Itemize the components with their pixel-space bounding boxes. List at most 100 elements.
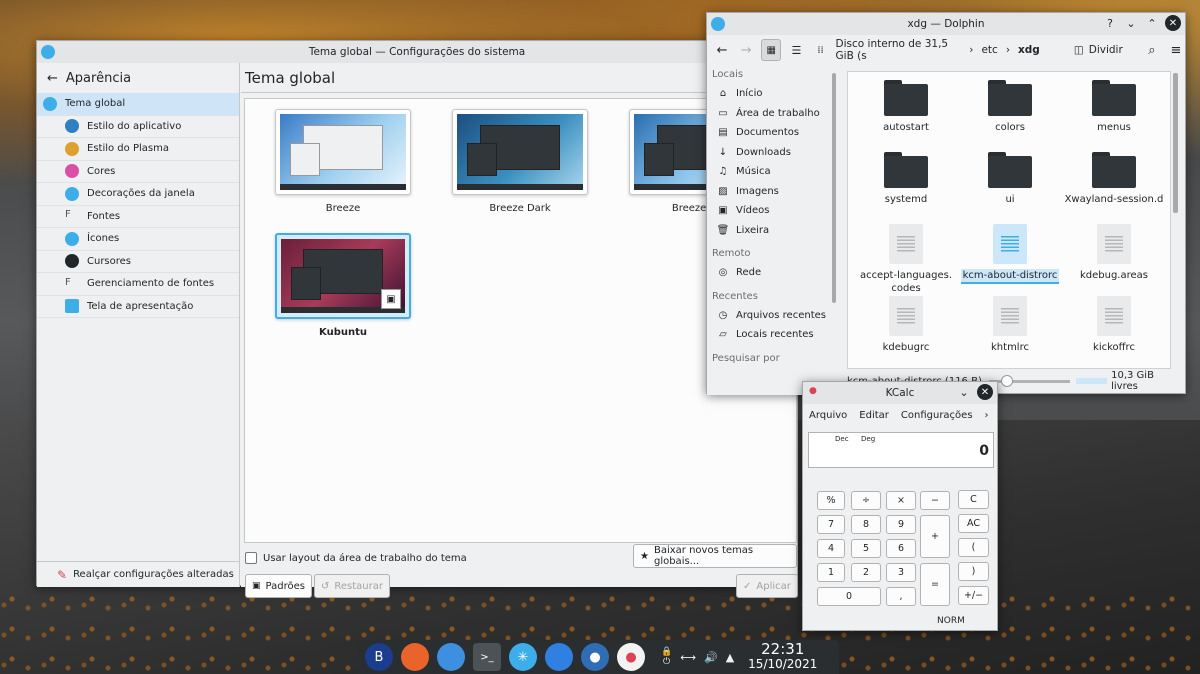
digit-9-button[interactable]: 9: [886, 515, 916, 534]
folder-item[interactable]: menus: [1062, 80, 1166, 134]
sign-button[interactable]: +/−: [958, 586, 989, 605]
checkbox-box[interactable]: [245, 552, 257, 564]
back-button[interactable]: ← Aparência: [37, 63, 239, 93]
split-button[interactable]: ◫ Dividir: [1074, 44, 1123, 56]
place-arquivos-recentes[interactable]: ◷ Arquivos recentes: [707, 306, 831, 326]
tray-expand-icon[interactable]: ▲: [726, 651, 734, 664]
digit-3-button[interactable]: 3: [886, 563, 916, 582]
restore-button[interactable]: ↺ Restaurar: [314, 574, 390, 598]
details-view-icon[interactable]: ☰: [787, 44, 805, 57]
digit-1-button[interactable]: 1: [817, 563, 845, 582]
theme-thumbnail[interactable]: ▣: [275, 233, 411, 319]
back-arrow-icon[interactable]: ←: [713, 43, 731, 58]
kcalc-titlebar[interactable]: ● KCalc ⌄ ✕: [803, 382, 997, 404]
kcalc-app-icon[interactable]: ●: [809, 386, 817, 396]
nav-item-cores[interactable]: Cores: [37, 161, 239, 183]
minimize-icon[interactable]: ⌄: [956, 384, 972, 400]
menu-arquivo[interactable]: Arquivo: [809, 410, 847, 421]
theme-item-kubuntu[interactable]: ▣ Kubuntu: [275, 233, 411, 338]
digit-7-button[interactable]: 7: [817, 515, 845, 534]
maximize-icon[interactable]: ⌃: [1144, 15, 1160, 31]
icons-view-button[interactable]: ▦: [761, 39, 782, 61]
multiply-button[interactable]: ×: [886, 491, 916, 510]
places-scrollbar[interactable]: [832, 73, 836, 303]
kdeconnect-icon[interactable]: ✳: [509, 643, 537, 671]
minus-button[interactable]: −: [920, 491, 950, 510]
allclear-button[interactable]: AC: [958, 514, 989, 533]
nav-item-tema-global[interactable]: Tema global: [37, 93, 239, 116]
divide-button[interactable]: ÷: [851, 491, 881, 510]
kcalc-icon[interactable]: ●: [617, 643, 645, 671]
folder-item[interactable]: systemd: [854, 152, 958, 206]
bitwarden-icon[interactable]: B: [365, 643, 393, 671]
place-documentos[interactable]: ▤ Documentos: [707, 123, 831, 143]
dolphin-app-icon[interactable]: [711, 17, 725, 31]
minimize-icon[interactable]: ⌄: [1123, 15, 1139, 31]
folder-item[interactable]: Xwayland-session.d: [1062, 152, 1166, 206]
lparen-button[interactable]: (: [958, 538, 989, 557]
file-item[interactable]: kcm-about-distrorc: [958, 224, 1062, 284]
hamburger-menu-icon[interactable]: ≡: [1167, 43, 1185, 58]
place-lixeira[interactable]: 🗑 Lixeira: [707, 221, 831, 241]
folder-item[interactable]: colors: [958, 80, 1062, 134]
place-música[interactable]: ♫ Música: [707, 162, 831, 182]
close-icon[interactable]: ✕: [977, 384, 993, 400]
nav-item-estilo-do-aplicativo[interactable]: Estilo do aplicativo: [37, 116, 239, 138]
konsole-icon[interactable]: >_: [473, 643, 501, 671]
highlight-changed-button[interactable]: ✎ Realçar configurações alteradas: [37, 561, 240, 587]
search-icon[interactable]: ⌕: [1143, 43, 1161, 58]
use-layout-checkbox[interactable]: Usar layout da área de trabalho do tema: [245, 552, 467, 564]
place-imagens[interactable]: ▨ Imagens: [707, 182, 831, 202]
settings-titlebar[interactable]: Tema global — Configurações do sistema: [37, 41, 797, 63]
nav-item-estilo-do-plasma[interactable]: Estilo do Plasma: [37, 138, 239, 161]
place-downloads[interactable]: ↓ Downloads: [707, 143, 831, 163]
place-início[interactable]: ⌂ Início: [707, 84, 831, 104]
help-icon[interactable]: ?: [1102, 15, 1118, 31]
theme-item-light[interactable]: Breeze: [275, 109, 411, 214]
digit-6-button[interactable]: 6: [886, 539, 916, 558]
file-item[interactable]: khtmlrc: [958, 296, 1062, 354]
place-vídeos[interactable]: ▣ Vídeos: [707, 201, 831, 221]
theme-thumbnail[interactable]: [275, 109, 411, 195]
network-icon[interactable]: ⟷: [680, 651, 696, 664]
file-item[interactable]: accept-languages. codes: [854, 224, 958, 295]
file-item[interactable]: kdebugrc: [854, 296, 958, 354]
nav-item-tela-de-apresentação[interactable]: Tela de apresentação: [37, 296, 239, 318]
nav-item-decorações-da-janela[interactable]: Decorações da janela: [37, 183, 239, 206]
breadcrumb-xdg[interactable]: xdg: [1018, 44, 1040, 56]
folder-item[interactable]: autostart: [854, 80, 958, 134]
settings-icon[interactable]: ●: [581, 643, 609, 671]
equals-button[interactable]: =: [920, 563, 950, 606]
close-icon[interactable]: ✕: [1165, 15, 1181, 31]
defaults-button[interactable]: ▣ Padrões: [245, 574, 312, 598]
decimal-button[interactable]: ,: [886, 587, 916, 606]
file-item[interactable]: kdebug.areas: [1062, 224, 1166, 282]
plus-button[interactable]: +: [920, 515, 950, 558]
rparen-button[interactable]: ): [958, 562, 989, 581]
discover-icon[interactable]: [545, 643, 573, 671]
firefox-icon[interactable]: [401, 643, 429, 671]
forward-arrow-icon[interactable]: →: [737, 43, 755, 58]
percent-button[interactable]: %: [817, 491, 845, 510]
volume-icon[interactable]: 🔊: [704, 651, 718, 664]
folder-item[interactable]: ui: [958, 152, 1062, 206]
digit-5-button[interactable]: 5: [851, 539, 881, 558]
nav-item-ícones[interactable]: Ícones: [37, 228, 239, 251]
place-rede[interactable]: ◎ Rede: [707, 263, 831, 283]
digit-4-button[interactable]: 4: [817, 539, 845, 558]
nav-item-cursores[interactable]: Cursores: [37, 251, 239, 273]
nav-item-gerenciamento-de-fontes[interactable]: F Gerenciamento de fontes: [37, 273, 239, 296]
place-locais-recentes[interactable]: ▱ Locais recentes: [707, 325, 831, 345]
dolphin-icon[interactable]: [437, 643, 465, 671]
place-área-de-trabalho[interactable]: ▭ Área de trabalho: [707, 104, 831, 124]
file-item[interactable]: kickoffrc: [1062, 296, 1166, 354]
menu-overflow-icon[interactable]: ›: [985, 410, 989, 421]
settings-app-icon[interactable]: [41, 45, 55, 59]
digit-2-button[interactable]: 2: [851, 563, 881, 582]
clock[interactable]: 22:31 15/10/2021: [748, 642, 817, 672]
theme-thumbnail[interactable]: [452, 109, 588, 195]
breadcrumb-etc[interactable]: etc: [981, 44, 997, 56]
menu-editar[interactable]: Editar: [859, 410, 889, 421]
zoom-slider-handle[interactable]: [1000, 374, 1013, 387]
digit-0-button[interactable]: 0: [817, 587, 881, 606]
